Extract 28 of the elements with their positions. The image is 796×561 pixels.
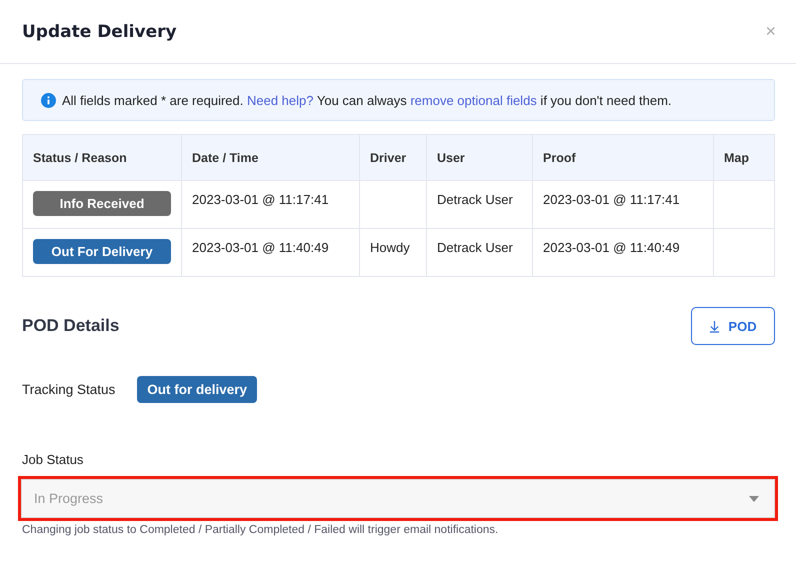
table-cell: 2023-03-01 @ 11:40:49 xyxy=(543,240,680,255)
section-title: POD Details xyxy=(22,316,120,336)
download-icon xyxy=(709,320,720,332)
table-cell: 2023-03-01 @ 11:17:41 xyxy=(543,192,680,207)
column-header: User xyxy=(426,134,532,180)
info-icon xyxy=(41,92,56,108)
caret-icon xyxy=(749,496,759,502)
column-header: Date / Time xyxy=(182,134,360,180)
column-header: Map xyxy=(714,134,774,180)
help-link[interactable]: Need help? xyxy=(246,92,314,108)
help-link[interactable]: remove optional fields xyxy=(410,92,537,108)
status-badge: Out for delivery xyxy=(137,376,258,403)
table-cell: 2023-03-01 @ 11:40:49 xyxy=(192,240,329,255)
status-badge: Out For Delivery xyxy=(33,239,171,264)
help-text: Changing job status to Completed / Partially Completed / Failed will trigger email notifications. xyxy=(22,524,500,536)
column-header: Proof xyxy=(532,134,714,180)
info-message: All fields marked * are required. Need help? You can always remove optional fields if you don't need them. xyxy=(62,92,672,108)
dialog-title: Update Delivery xyxy=(22,22,177,42)
column-header: Driver xyxy=(360,134,426,180)
table-cell: Detrack User xyxy=(437,240,513,255)
field-label: Tracking Status xyxy=(22,382,116,397)
status-badge: Info Received xyxy=(33,191,171,216)
download-pod-button[interactable]: POD xyxy=(691,307,775,345)
table-cell: 2023-03-01 @ 11:17:41 xyxy=(192,192,329,207)
field-label: Job Status xyxy=(22,452,84,467)
column-header: Status / Reason xyxy=(22,134,182,180)
table-cell: Howdy xyxy=(370,240,410,255)
table-cell: Detrack User xyxy=(437,192,513,207)
